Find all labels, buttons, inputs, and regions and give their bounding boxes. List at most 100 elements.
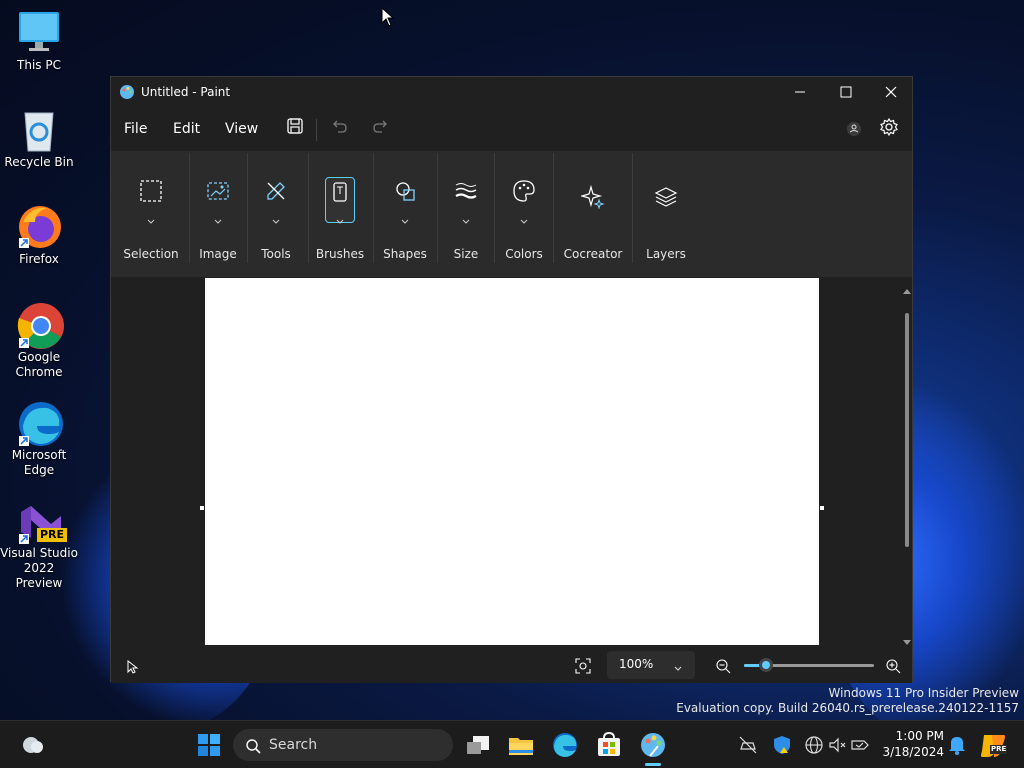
ribbon-label: Tools xyxy=(261,247,291,261)
task-view-icon[interactable] xyxy=(463,730,493,760)
zoom-level: 100% xyxy=(619,657,654,671)
desktop-icon-label: Recycle Bin xyxy=(4,155,74,169)
desktop-icon-label: Google Chrome xyxy=(15,350,63,379)
desktop-icon-label: Microsoft Edge xyxy=(11,448,67,477)
clock-date: 3/18/2024 xyxy=(882,745,944,759)
taskbar: Search 1:00 PM 3/18/2024 PRE xyxy=(0,720,1024,768)
account-icon[interactable] xyxy=(845,120,863,142)
ribbon-label: Layers xyxy=(646,247,686,261)
ribbon-group-image[interactable]: Image xyxy=(193,151,243,277)
vertical-scrollbar[interactable] xyxy=(901,277,913,645)
color-palette-icon xyxy=(512,179,536,207)
cocreator-sparkle-icon xyxy=(579,184,605,213)
menu-edit[interactable]: Edit xyxy=(173,121,200,137)
edge-taskbar-icon[interactable] xyxy=(550,730,580,760)
status-bar: 100% xyxy=(111,649,912,683)
canvas-resize-handle[interactable] xyxy=(820,506,824,510)
drawing-canvas[interactable] xyxy=(205,278,819,645)
desktop-icon-this-pc[interactable]: This PC xyxy=(0,10,78,73)
monitor-icon xyxy=(17,10,61,54)
ribbon-group-tools[interactable]: Tools xyxy=(251,151,301,277)
ribbon: Selection Image Tools Brushes Shapes Siz… xyxy=(111,151,912,277)
ribbon-label: Image xyxy=(199,247,237,261)
paint-taskbar-icon[interactable] xyxy=(638,730,668,760)
desktop-icon-recycle-bin[interactable]: Recycle Bin xyxy=(0,107,78,170)
volume-muted-icon[interactable] xyxy=(826,733,850,757)
selection-icon xyxy=(139,179,163,207)
chrome-icon xyxy=(17,302,64,349)
chevron-down-icon xyxy=(213,211,223,230)
scrollbar-thumb[interactable] xyxy=(905,313,909,547)
save-icon[interactable] xyxy=(286,117,304,139)
menu-file[interactable]: File xyxy=(124,121,147,137)
scroll-up-arrow-icon[interactable] xyxy=(902,280,912,299)
layers-icon xyxy=(654,185,678,213)
zoom-slider[interactable] xyxy=(744,658,874,672)
chevron-down-icon xyxy=(519,211,529,230)
canvas-area xyxy=(111,277,900,649)
chevron-down-icon xyxy=(461,211,471,230)
tools-pencil-icon xyxy=(264,179,288,207)
ribbon-group-shapes[interactable]: Shapes xyxy=(377,151,433,277)
security-shield-icon[interactable] xyxy=(770,733,794,757)
chevron-down-icon xyxy=(146,211,156,230)
chevron-down-icon xyxy=(271,211,281,230)
microsoft-store-icon[interactable] xyxy=(594,730,624,760)
desktop-icon-firefox[interactable]: Firefox xyxy=(0,204,78,267)
ribbon-group-layers[interactable]: Layers xyxy=(636,151,696,277)
paint-window: Untitled - Paint File Edit View Selectio… xyxy=(110,76,913,683)
ribbon-group-cocreator[interactable]: Cocreator xyxy=(557,151,629,277)
window-title: Untitled - Paint xyxy=(141,85,231,99)
firefox-icon xyxy=(17,204,61,248)
minimize-button[interactable] xyxy=(777,77,823,107)
canvas-resize-handle[interactable] xyxy=(200,506,204,510)
desktop-icon-label: Visual Studio 2022 Preview xyxy=(0,546,78,590)
globe-language-icon[interactable] xyxy=(802,733,826,757)
ribbon-label: Shapes xyxy=(383,247,427,261)
zoom-out-icon[interactable] xyxy=(715,658,731,678)
weather-widget-icon[interactable] xyxy=(18,730,48,760)
title-bar[interactable]: Untitled - Paint xyxy=(111,77,912,107)
recycle-bin-icon xyxy=(17,107,61,152)
undo-icon[interactable] xyxy=(331,117,349,139)
taskbar-search-box[interactable]: Search xyxy=(233,729,453,761)
active-app-indicator xyxy=(645,763,661,766)
ribbon-label: Colors xyxy=(505,247,543,261)
close-button[interactable] xyxy=(868,77,914,107)
ribbon-group-size[interactable]: Size xyxy=(441,151,491,277)
zoom-slider-thumb[interactable] xyxy=(759,658,773,672)
zoom-dropdown[interactable]: 100% xyxy=(607,651,695,679)
network-offline-icon[interactable] xyxy=(736,733,760,757)
image-icon xyxy=(206,179,230,207)
shapes-icon xyxy=(393,179,417,207)
brush-icon xyxy=(330,181,350,207)
fit-to-window-icon[interactable] xyxy=(575,658,591,678)
notification-bell-icon[interactable] xyxy=(946,733,968,757)
chevron-down-icon xyxy=(335,211,345,230)
system-clock[interactable]: 1:00 PM 3/18/2024 xyxy=(878,728,944,760)
desktop-icon-label: This PC xyxy=(17,58,61,72)
ribbon-group-brushes[interactable]: Brushes xyxy=(312,151,368,277)
size-lines-icon xyxy=(454,179,478,207)
zoom-in-icon[interactable] xyxy=(885,658,901,678)
desktop-icon-label: Firefox xyxy=(19,252,59,266)
file-explorer-icon[interactable] xyxy=(506,730,536,760)
menu-view[interactable]: View xyxy=(225,121,258,137)
desktop-icon-google-chrome[interactable]: Google Chrome xyxy=(0,302,78,380)
ribbon-label: Brushes xyxy=(315,247,365,261)
watermark-line-2: Evaluation copy. Build 26040.rs_prerelea… xyxy=(676,701,1019,715)
start-button-windows-icon[interactable] xyxy=(194,730,224,760)
copilot-preview-icon[interactable]: PRE xyxy=(978,731,1008,759)
ribbon-label: Cocreator xyxy=(563,247,623,261)
search-icon xyxy=(245,738,261,758)
redo-icon[interactable] xyxy=(371,117,389,139)
chevron-down-icon xyxy=(400,211,410,230)
desktop-icon-visual-studio[interactable]: PRE Visual Studio 2022 Preview xyxy=(0,498,78,591)
settings-gear-icon[interactable] xyxy=(879,117,899,141)
desktop-icon-microsoft-edge[interactable]: Microsoft Edge xyxy=(0,400,78,478)
ribbon-group-selection[interactable]: Selection xyxy=(121,151,181,277)
ribbon-group-colors[interactable]: Colors xyxy=(497,151,551,277)
battery-status-icon[interactable] xyxy=(848,733,872,757)
maximize-button[interactable] xyxy=(823,77,869,107)
chevron-down-icon xyxy=(673,659,683,678)
